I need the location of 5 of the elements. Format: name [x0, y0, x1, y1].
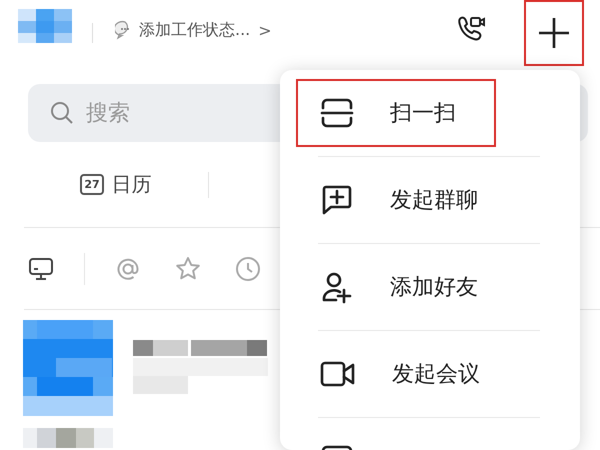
chevron-icon: > — [258, 20, 272, 40]
tab[interactable]: 27 日历 — [24, 167, 208, 202]
status-link[interactable]: 添加工作状态... — [139, 20, 250, 40]
calendar-icon: 27 — [80, 174, 104, 195]
menu-item[interactable]: 扫一扫 — [296, 79, 496, 147]
